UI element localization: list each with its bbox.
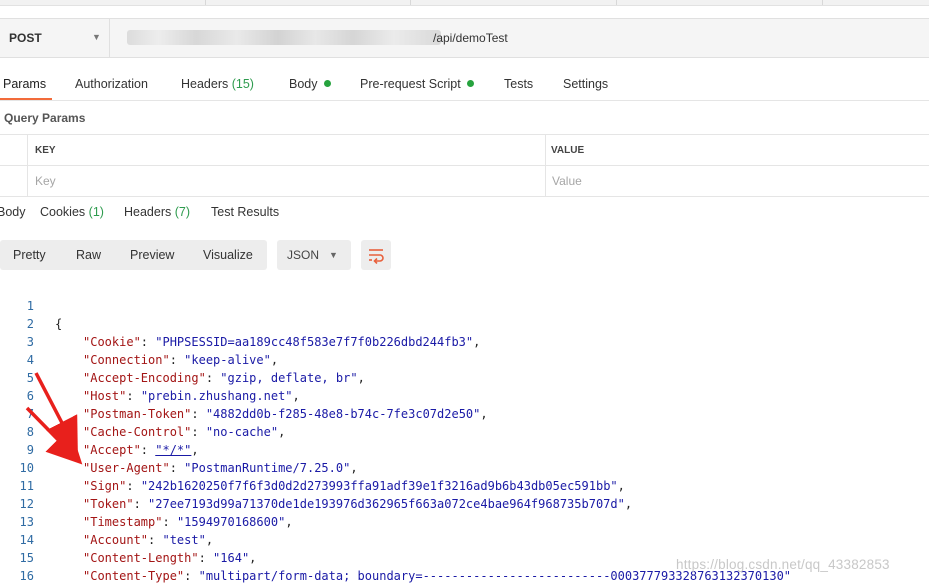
column-divider — [545, 166, 546, 196]
tab-body[interactable]: Body — [289, 77, 331, 91]
tab-label: Body — [0, 205, 26, 219]
key-input[interactable]: Key — [35, 174, 56, 188]
column-divider — [545, 135, 546, 165]
tab-label: Headers — [181, 77, 229, 91]
tab-count: (1) — [88, 205, 104, 219]
response-tabs: Body Cookies (1) Headers (7) Test Result… — [0, 199, 929, 229]
status-dot-icon — [466, 80, 474, 87]
code-line: 14 "Content-Length": "164", — [0, 513, 929, 565]
response-tab-body[interactable]: Body — [0, 205, 26, 219]
redacted-url-blur — [127, 30, 441, 45]
status-dot-icon — [323, 80, 331, 87]
tab-settings[interactable]: Settings — [563, 77, 608, 91]
tab-label: Settings — [563, 77, 609, 91]
row-gutter — [0, 166, 28, 196]
column-header-value: VALUE — [551, 145, 585, 156]
request-bar: POST ▼ /api/demoTest — [0, 18, 929, 58]
response-tab-test-results[interactable]: Test Results — [211, 205, 279, 219]
table-header-row: KEY VALUE — [0, 135, 929, 166]
code-line: 4 "Accept-Encoding": "gzip, deflate, br"… — [0, 333, 929, 385]
table-row: Key Value — [0, 166, 929, 197]
url-text: /api/demoTest — [433, 31, 508, 45]
line-number: 16 — [19, 569, 34, 583]
tab-label: Tests — [504, 77, 534, 91]
format-label: JSON — [287, 248, 320, 262]
value-input[interactable]: Value — [552, 174, 582, 188]
url-input[interactable]: /api/demoTest — [113, 19, 929, 57]
top-tab-strip — [0, 0, 929, 6]
chevron-down-icon: ▼ — [92, 32, 101, 42]
method-select[interactable]: POST ▼ — [0, 19, 110, 57]
tab-count: (15) — [231, 77, 254, 91]
format-select[interactable]: JSON ▼ — [277, 240, 351, 270]
wrap-lines-icon — [369, 249, 384, 264]
code-line: 8 "Accept": "*/*", — [0, 405, 929, 457]
request-tabs: Params Authorization Headers (15) Body P… — [0, 68, 929, 101]
view-preview-button[interactable]: Preview — [130, 248, 174, 262]
tab-label: Test Results — [211, 205, 280, 219]
view-mode-group: Pretty Raw Preview Visualize — [0, 240, 267, 270]
tab-separator — [616, 0, 617, 5]
query-params-table: KEY VALUE Key Value — [0, 134, 929, 197]
code-line: 9 "User-Agent": "PostmanRuntime/7.25.0", — [0, 423, 929, 475]
column-header-key: KEY — [35, 145, 56, 156]
response-tab-cookies[interactable]: Cookies (1) — [40, 205, 104, 219]
watermark: https://blog.csdn.net/qq_43382853 — [676, 557, 890, 572]
tab-count: (7) — [174, 205, 191, 219]
tab-separator — [205, 0, 206, 5]
tab-label: Pre-request Script — [360, 77, 461, 91]
code-line: 12 "Timestamp": "1594970168600", — [0, 477, 929, 529]
tab-label: Cookies — [40, 205, 86, 219]
tab-separator — [822, 0, 823, 5]
code-line: 2 "Cookie": "PHPSESSID=aa189cc48f583e7f7… — [0, 297, 929, 349]
response-tab-headers[interactable]: Headers (7) — [124, 205, 190, 219]
code-line: 3 "Connection": "keep-alive", — [0, 315, 929, 367]
tab-label: Params — [3, 77, 47, 91]
code-line: 7 "Cache-Control": "no-cache", — [0, 387, 929, 439]
view-visualize-button[interactable]: Visualize — [203, 248, 253, 262]
code-line: 6 "Postman-Token": "4882dd0b-f285-48e8-b… — [0, 369, 929, 421]
tab-label: Authorization — [75, 77, 148, 91]
tab-label: Headers — [124, 205, 172, 219]
chevron-down-icon: ▼ — [329, 250, 338, 260]
tab-pre-request-script[interactable]: Pre-request Script — [360, 77, 474, 91]
wrap-lines-button[interactable] — [361, 240, 391, 270]
view-raw-button[interactable]: Raw — [76, 248, 101, 262]
row-gutter — [0, 135, 28, 165]
tab-tests[interactable]: Tests — [504, 77, 533, 91]
tab-separator — [410, 0, 411, 5]
method-label: POST — [9, 31, 42, 45]
tab-authorization[interactable]: Authorization — [75, 77, 148, 91]
code-line: 5 "Host": "prebin.zhushang.net", — [0, 351, 929, 403]
code-line: 15 "Content-Type": "multipart/form-data;… — [0, 531, 929, 583]
view-pretty-button[interactable]: Pretty — [13, 248, 46, 262]
code-line: 11 "Token": "27ee7193d99a71370de1de19397… — [0, 459, 929, 511]
code-line: 10 "Sign": "242b1620250f7f6f3d0d2d273993… — [0, 441, 929, 493]
code-line: 1 { — [0, 279, 929, 331]
query-params-title: Query Params — [4, 111, 86, 125]
code-line: 13 "Account": "test", — [0, 495, 929, 547]
active-tab-indicator — [0, 98, 52, 100]
json-key: "Content-Type" — [83, 569, 185, 583]
tab-label: Body — [289, 77, 318, 91]
tab-headers[interactable]: Headers (15) — [181, 77, 254, 91]
tab-params[interactable]: Params — [3, 77, 46, 91]
